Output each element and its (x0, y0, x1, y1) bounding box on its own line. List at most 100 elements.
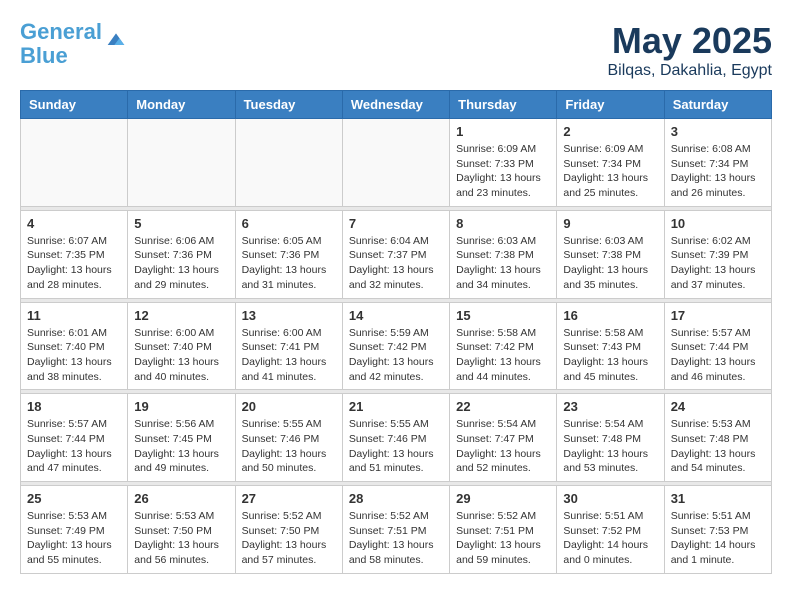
day-header-wednesday: Wednesday (342, 91, 449, 119)
day-info: Sunrise: 6:09 AM Sunset: 7:33 PM Dayligh… (456, 142, 550, 201)
day-info: Sunrise: 5:53 AM Sunset: 7:50 PM Dayligh… (134, 509, 228, 568)
day-info: Sunrise: 6:08 AM Sunset: 7:34 PM Dayligh… (671, 142, 765, 201)
day-info: Sunrise: 5:52 AM Sunset: 7:51 PM Dayligh… (456, 509, 550, 568)
day-number: 28 (349, 491, 443, 506)
calendar-header-row: SundayMondayTuesdayWednesdayThursdayFrid… (21, 91, 772, 119)
day-info: Sunrise: 5:53 AM Sunset: 7:49 PM Dayligh… (27, 509, 121, 568)
day-header-friday: Friday (557, 91, 664, 119)
calendar-cell: 2 Sunrise: 6:09 AM Sunset: 7:34 PM Daylig… (557, 119, 664, 207)
day-number: 9 (563, 216, 657, 231)
calendar-cell: 14 Sunrise: 5:59 AM Sunset: 7:42 PM Dayli… (342, 302, 449, 390)
calendar-cell: 12Sunrise: 6:00 AM Sunset: 7:40 PM Dayli… (128, 302, 235, 390)
calendar-cell: 5Sunrise: 6:06 AM Sunset: 7:36 PM Daylig… (128, 210, 235, 298)
day-info: Sunrise: 5:54 AM Sunset: 7:47 PM Dayligh… (456, 417, 550, 476)
logo: General Blue (20, 20, 126, 68)
calendar-cell: 28 Sunrise: 5:52 AM Sunset: 7:51 PM Dayli… (342, 486, 449, 574)
calendar-cell: 21Sunrise: 5:55 AM Sunset: 7:46 PM Dayli… (342, 394, 449, 482)
day-info: Sunrise: 6:03 AM Sunset: 7:38 PM Dayligh… (563, 234, 657, 293)
calendar-cell (235, 119, 342, 207)
day-number: 10 (671, 216, 765, 231)
logo-icon (106, 30, 126, 50)
day-info: Sunrise: 5:53 AM Sunset: 7:48 PM Dayligh… (671, 417, 765, 476)
day-info: Sunrise: 5:52 AM Sunset: 7:50 PM Dayligh… (242, 509, 336, 568)
calendar-week-3: 11 Sunrise: 6:01 AM Sunset: 7:40 PM Dayli… (21, 302, 772, 390)
day-info: Sunrise: 6:03 AM Sunset: 7:38 PM Dayligh… (456, 234, 550, 293)
calendar-cell: 3 Sunrise: 6:08 AM Sunset: 7:34 PM Daylig… (664, 119, 771, 207)
day-number: 1 (456, 124, 550, 139)
calendar-cell: 25 Sunrise: 5:53 AM Sunset: 7:49 PM Dayli… (21, 486, 128, 574)
day-number: 8 (456, 216, 550, 231)
day-info: Sunrise: 6:04 AM Sunset: 7:37 PM Dayligh… (349, 234, 443, 293)
calendar-cell: 17Sunrise: 5:57 AM Sunset: 7:44 PM Dayli… (664, 302, 771, 390)
calendar-cell: 20Sunrise: 5:55 AM Sunset: 7:46 PM Dayli… (235, 394, 342, 482)
day-number: 31 (671, 491, 765, 506)
day-info: Sunrise: 5:59 AM Sunset: 7:42 PM Dayligh… (349, 326, 443, 385)
calendar-table: SundayMondayTuesdayWednesdayThursdayFrid… (20, 90, 772, 574)
day-number: 4 (27, 216, 121, 231)
calendar-cell: 16Sunrise: 5:58 AM Sunset: 7:43 PM Dayli… (557, 302, 664, 390)
calendar-cell: 26 Sunrise: 5:53 AM Sunset: 7:50 PM Dayli… (128, 486, 235, 574)
calendar-cell: 7Sunrise: 6:04 AM Sunset: 7:37 PM Daylig… (342, 210, 449, 298)
day-info: Sunrise: 6:09 AM Sunset: 7:34 PM Dayligh… (563, 142, 657, 201)
calendar-week-2: 4Sunrise: 6:07 AM Sunset: 7:35 PM Daylig… (21, 210, 772, 298)
title-block: May 2025 Bilqas, Dakahlia, Egypt (607, 20, 772, 80)
day-info: Sunrise: 5:58 AM Sunset: 7:42 PM Dayligh… (456, 326, 550, 385)
day-info: Sunrise: 5:57 AM Sunset: 7:44 PM Dayligh… (27, 417, 121, 476)
calendar-cell: 4Sunrise: 6:07 AM Sunset: 7:35 PM Daylig… (21, 210, 128, 298)
logo-general: General (20, 19, 102, 44)
calendar-cell (21, 119, 128, 207)
month-title: May 2025 (607, 20, 772, 62)
day-info: Sunrise: 6:00 AM Sunset: 7:40 PM Dayligh… (134, 326, 228, 385)
day-number: 26 (134, 491, 228, 506)
calendar-week-1: 1 Sunrise: 6:09 AM Sunset: 7:33 PM Daylig… (21, 119, 772, 207)
calendar-cell (342, 119, 449, 207)
day-info: Sunrise: 5:52 AM Sunset: 7:51 PM Dayligh… (349, 509, 443, 568)
logo-text: General Blue (20, 20, 102, 68)
day-number: 2 (563, 124, 657, 139)
day-number: 20 (242, 399, 336, 414)
calendar-cell: 15Sunrise: 5:58 AM Sunset: 7:42 PM Dayli… (450, 302, 557, 390)
calendar-cell: 6Sunrise: 6:05 AM Sunset: 7:36 PM Daylig… (235, 210, 342, 298)
day-number: 16 (563, 308, 657, 323)
day-number: 22 (456, 399, 550, 414)
day-number: 23 (563, 399, 657, 414)
day-number: 18 (27, 399, 121, 414)
day-number: 13 (242, 308, 336, 323)
day-number: 11 (27, 308, 121, 323)
day-header-sunday: Sunday (21, 91, 128, 119)
calendar-cell: 19 Sunrise: 5:56 AM Sunset: 7:45 PM Dayli… (128, 394, 235, 482)
day-info: Sunrise: 5:56 AM Sunset: 7:45 PM Dayligh… (134, 417, 228, 476)
day-header-thursday: Thursday (450, 91, 557, 119)
day-info: Sunrise: 6:00 AM Sunset: 7:41 PM Dayligh… (242, 326, 336, 385)
day-number: 19 (134, 399, 228, 414)
calendar-cell: 23Sunrise: 5:54 AM Sunset: 7:48 PM Dayli… (557, 394, 664, 482)
calendar-cell: 11 Sunrise: 6:01 AM Sunset: 7:40 PM Dayli… (21, 302, 128, 390)
calendar-cell: 18 Sunrise: 5:57 AM Sunset: 7:44 PM Dayli… (21, 394, 128, 482)
calendar-cell: 30Sunrise: 5:51 AM Sunset: 7:52 PM Dayli… (557, 486, 664, 574)
logo-blue: Blue (20, 43, 68, 68)
calendar-cell (128, 119, 235, 207)
page-header: General Blue May 2025 Bilqas, Dakahlia, … (20, 20, 772, 80)
day-header-saturday: Saturday (664, 91, 771, 119)
calendar-cell: 8 Sunrise: 6:03 AM Sunset: 7:38 PM Daylig… (450, 210, 557, 298)
day-number: 14 (349, 308, 443, 323)
day-number: 27 (242, 491, 336, 506)
calendar-cell: 24Sunrise: 5:53 AM Sunset: 7:48 PM Dayli… (664, 394, 771, 482)
day-info: Sunrise: 6:02 AM Sunset: 7:39 PM Dayligh… (671, 234, 765, 293)
day-number: 30 (563, 491, 657, 506)
day-info: Sunrise: 6:01 AM Sunset: 7:40 PM Dayligh… (27, 326, 121, 385)
day-info: Sunrise: 6:06 AM Sunset: 7:36 PM Dayligh… (134, 234, 228, 293)
day-number: 21 (349, 399, 443, 414)
calendar-cell: 22 Sunrise: 5:54 AM Sunset: 7:47 PM Dayli… (450, 394, 557, 482)
calendar-week-5: 25 Sunrise: 5:53 AM Sunset: 7:49 PM Dayli… (21, 486, 772, 574)
day-number: 17 (671, 308, 765, 323)
calendar-cell: 10 Sunrise: 6:02 AM Sunset: 7:39 PM Dayli… (664, 210, 771, 298)
calendar-cell: 13 Sunrise: 6:00 AM Sunset: 7:41 PM Dayli… (235, 302, 342, 390)
day-number: 25 (27, 491, 121, 506)
calendar-cell: 29Sunrise: 5:52 AM Sunset: 7:51 PM Dayli… (450, 486, 557, 574)
day-header-tuesday: Tuesday (235, 91, 342, 119)
day-number: 3 (671, 124, 765, 139)
location-title: Bilqas, Dakahlia, Egypt (607, 62, 772, 80)
calendar-cell: 9 Sunrise: 6:03 AM Sunset: 7:38 PM Daylig… (557, 210, 664, 298)
calendar-cell: 27 Sunrise: 5:52 AM Sunset: 7:50 PM Dayli… (235, 486, 342, 574)
